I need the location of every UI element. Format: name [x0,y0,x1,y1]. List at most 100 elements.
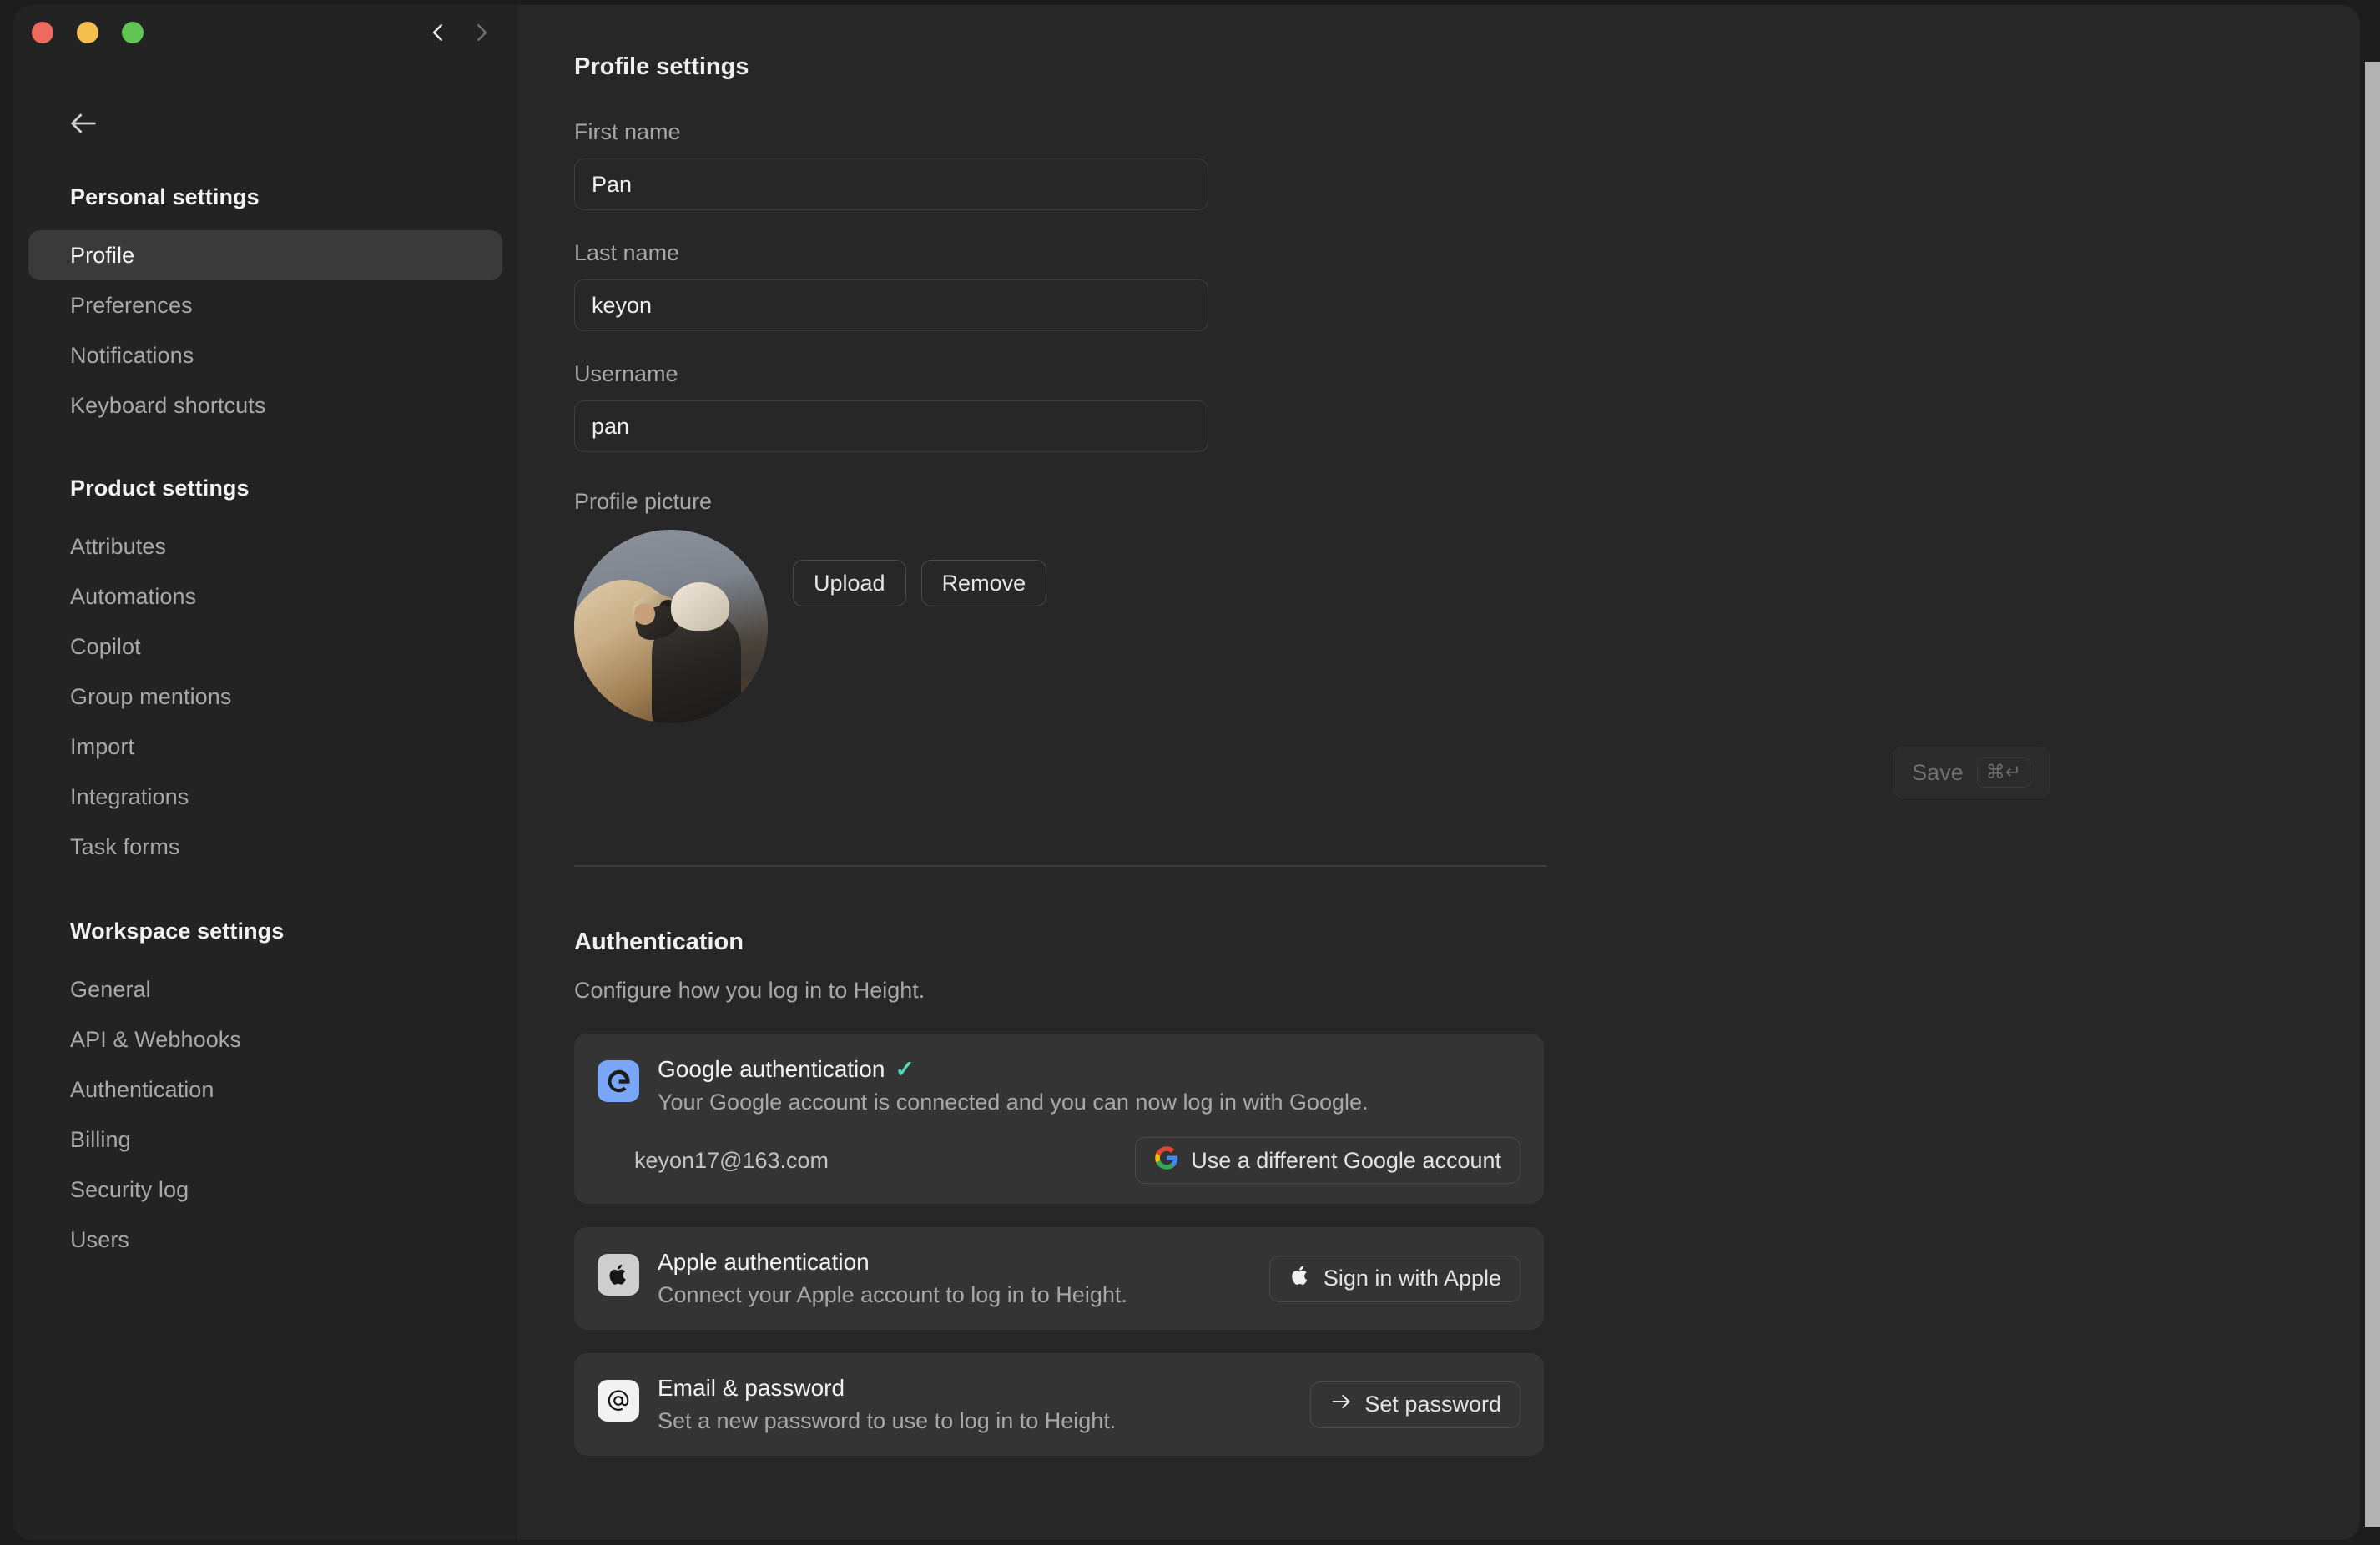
username-field-group: Username [574,361,2360,452]
upload-button[interactable]: Upload [793,560,906,606]
apple-icon [598,1254,639,1296]
vertical-scrollbar[interactable] [2365,62,2380,1527]
chevron-right-icon[interactable] [469,20,494,45]
save-row: Save ⌘↵ [547,747,2050,798]
zoom-window-button[interactable] [122,22,144,43]
nav-group-title: Workspace settings [70,918,285,944]
last-name-input[interactable] [574,279,1208,331]
sidebar-item-preferences[interactable]: Preferences [28,280,502,330]
sidebar-item-copilot[interactable]: Copilot [28,622,502,672]
google-account-email: keyon17@163.com [634,1147,829,1173]
authentication-header: Authentication Configure how you log in … [574,929,2360,1004]
remove-button[interactable]: Remove [920,560,1047,606]
sidebar-item-label: Automations [70,583,197,609]
sidebar-item-general[interactable]: General [28,964,502,1014]
use-different-google-account-label: Use a different Google account [1191,1147,1501,1173]
settings-content: Profile settings First name Last name Us… [547,5,2360,1479]
nav-group-title: Personal settings [70,184,260,209]
sidebar-item-label: Attributes [70,533,167,559]
google-color-icon [1154,1145,1179,1176]
auth-card-google: Google authentication ✓ Your Google acco… [574,1034,1544,1204]
auth-card-title-text: Apple authentication [658,1249,870,1275]
sidebar-item-label: General [70,976,151,1002]
settings-navigation: Personal settings Profile Preferences No… [13,184,517,1310]
authentication-title: Authentication [574,929,744,955]
sidebar: Personal settings Profile Preferences No… [13,5,517,1540]
set-password-button[interactable]: Set password [1310,1381,1520,1428]
sidebar-item-security-log[interactable]: Security log [28,1165,502,1215]
sidebar-item-authentication[interactable]: Authentication [28,1064,502,1115]
auth-card-apple: Apple authentication Connect your Apple … [574,1227,1544,1330]
google-g-icon [598,1060,639,1102]
profile-picture-label: Profile picture [574,489,713,514]
auth-card-title: Apple authentication [658,1249,1244,1276]
arrow-left-icon [67,107,100,144]
app-root: Personal settings Profile Preferences No… [0,0,2380,1545]
chevron-left-icon[interactable] [426,20,451,45]
window-traffic-lights [32,22,144,43]
sidebar-item-label: Preferences [70,292,193,318]
nav-group-title: Product settings [70,476,250,501]
back-button[interactable] [62,103,105,147]
sidebar-item-profile[interactable]: Profile [28,230,502,280]
sidebar-item-label: Task forms [70,833,180,859]
settings-window: Personal settings Profile Preferences No… [13,5,2360,1540]
profile-picture-section: Profile picture Upload Remove [574,489,2360,723]
first-name-field-group: First name [574,119,2360,210]
first-name-input[interactable] [574,159,1208,210]
nav-group-personal-settings: Personal settings Profile Preferences No… [28,184,502,430]
auth-card-email-password: Email & password Set a new password to u… [574,1353,1544,1456]
sidebar-item-group-mentions[interactable]: Group mentions [28,672,502,722]
sidebar-item-keyboard-shortcuts[interactable]: Keyboard shortcuts [28,380,502,430]
at-sign-icon [598,1380,639,1422]
auth-card-title-text: Email & password [658,1375,845,1401]
sidebar-item-attributes[interactable]: Attributes [28,521,502,571]
sidebar-item-label: API & Webhooks [70,1026,242,1052]
sidebar-item-api-webhooks[interactable]: API & Webhooks [28,1014,502,1064]
sidebar-item-label: Profile [70,242,135,268]
nav-group-workspace-settings: Workspace settings General API & Webhook… [28,918,502,1265]
sidebar-item-billing[interactable]: Billing [28,1115,502,1165]
sidebar-item-label: Users [70,1226,130,1252]
sidebar-item-task-forms[interactable]: Task forms [28,822,502,872]
main-content: Profile settings First name Last name Us… [517,5,2360,1540]
use-different-google-account-button[interactable]: Use a different Google account [1135,1137,1520,1184]
sidebar-item-label: Integrations [70,783,189,809]
first-name-label: First name [574,119,681,144]
authentication-subtitle: Configure how you log in to Height. [574,978,925,1003]
auth-card-description: Your Google account is connected and you… [658,1090,1369,1115]
sidebar-item-notifications[interactable]: Notifications [28,330,502,380]
auth-card-title: Email & password [658,1375,1285,1402]
sidebar-item-label: Copilot [70,633,141,659]
sidebar-item-label: Authentication [70,1076,214,1102]
sidebar-item-label: Security log [70,1176,189,1202]
avatar [574,530,768,723]
nav-group-product-settings: Product settings Attributes Automations … [28,476,502,872]
save-button-label: Save [1912,759,1964,785]
sign-in-with-apple-label: Sign in with Apple [1323,1266,1501,1291]
set-password-label: Set password [1364,1392,1501,1417]
connected-check-icon: ✓ [895,1056,915,1082]
sign-in-with-apple-button[interactable]: Sign in with Apple [1268,1255,1520,1302]
save-shortcut-badge: ⌘↵ [1976,757,2030,788]
sidebar-item-label: Billing [70,1126,131,1152]
sidebar-item-label: Group mentions [70,683,232,709]
section-divider [574,865,1547,867]
username-input[interactable] [574,400,1208,452]
sidebar-item-users[interactable]: Users [28,1215,502,1265]
sidebar-item-integrations[interactable]: Integrations [28,772,502,822]
auth-card-description: Set a new password to use to log in to H… [658,1408,1117,1433]
save-button[interactable]: Save ⌘↵ [1893,747,2050,798]
auth-card-description: Connect your Apple account to log in to … [658,1282,1127,1307]
last-name-label: Last name [574,240,680,265]
window-history-nav [426,20,494,45]
sidebar-item-label: Import [70,733,135,759]
close-window-button[interactable] [32,22,53,43]
last-name-field-group: Last name [574,240,2360,331]
sidebar-item-automations[interactable]: Automations [28,571,502,622]
sidebar-item-label: Keyboard shortcuts [70,392,266,418]
sidebar-item-import[interactable]: Import [28,722,502,772]
sidebar-item-label: Notifications [70,342,194,368]
auth-card-title-text: Google authentication [658,1055,885,1082]
minimize-window-button[interactable] [77,22,98,43]
